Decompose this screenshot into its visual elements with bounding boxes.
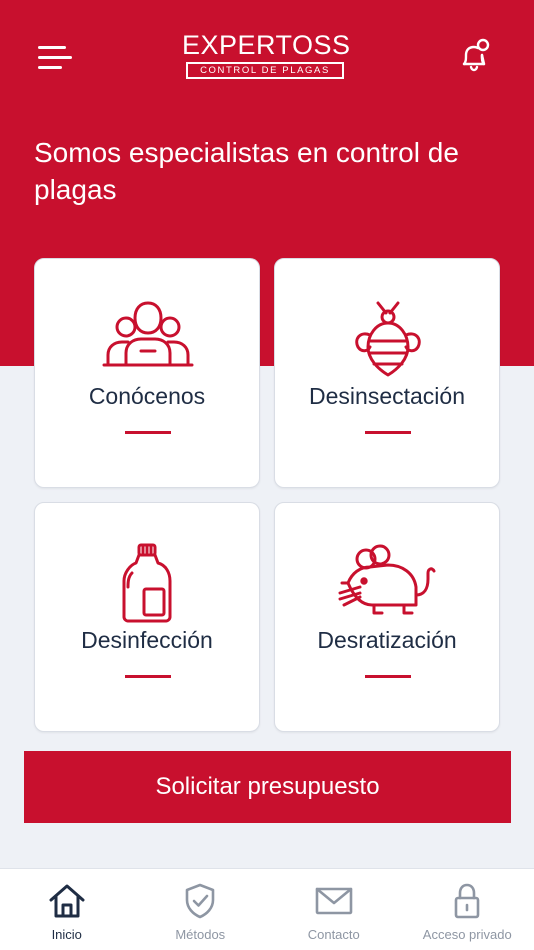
tab-label: Contacto (307, 927, 360, 942)
card-label: Desinsectación (309, 383, 465, 409)
tab-label: Acceso privado (422, 927, 512, 942)
tab-label: Métodos (175, 927, 226, 942)
mail-icon (315, 887, 353, 915)
page-headline: Somos especialistas en control de plagas (34, 137, 459, 205)
brand-logo: EXPERTOSS CONTROL DE PLAGAS (182, 30, 351, 80)
notifications-button[interactable] (454, 36, 494, 76)
tab-metodos[interactable]: Métodos (134, 869, 268, 950)
card-accent-line (125, 675, 171, 678)
menu-icon-bar (38, 65, 62, 69)
request-quote-button[interactable]: Solicitar presupuesto (24, 751, 511, 823)
bottom-tab-bar: Inicio Métodos Contacto Acceso privado (0, 868, 534, 950)
bleach-bottle-icon (122, 543, 172, 623)
card-label: Desratización (317, 627, 457, 653)
tab-inicio[interactable]: Inicio (0, 869, 134, 950)
tab-label: Inicio (51, 927, 82, 942)
tab-contacto[interactable]: Contacto (267, 869, 401, 950)
card-desinfeccion[interactable]: Desinfección (34, 502, 260, 732)
card-accent-line (125, 431, 171, 434)
shield-check-icon (185, 883, 215, 919)
card-accent-line (365, 675, 411, 678)
card-conocenos[interactable]: Conócenos (34, 258, 260, 488)
card-label: Conócenos (88, 383, 206, 409)
card-label: Desinfección (81, 627, 213, 653)
rat-icon (338, 544, 436, 615)
logo-wordmark: EXPERTOSS (182, 30, 351, 60)
lock-icon (454, 883, 480, 919)
tab-acceso-privado[interactable]: Acceso privado (401, 869, 534, 950)
menu-icon-bar (38, 55, 72, 59)
card-desinsectacion[interactable]: Desinsectación (274, 258, 500, 488)
bell-icon (462, 38, 490, 72)
card-accent-line (365, 431, 411, 434)
menu-icon-bar (38, 45, 66, 49)
people-group-icon (102, 301, 194, 367)
home-icon (49, 884, 85, 918)
logo-tagline: CONTROL DE PLAGAS (186, 62, 344, 79)
menu-button[interactable] (38, 40, 78, 74)
bee-icon (355, 301, 421, 377)
card-desratizacion[interactable]: Desratización (274, 502, 500, 732)
